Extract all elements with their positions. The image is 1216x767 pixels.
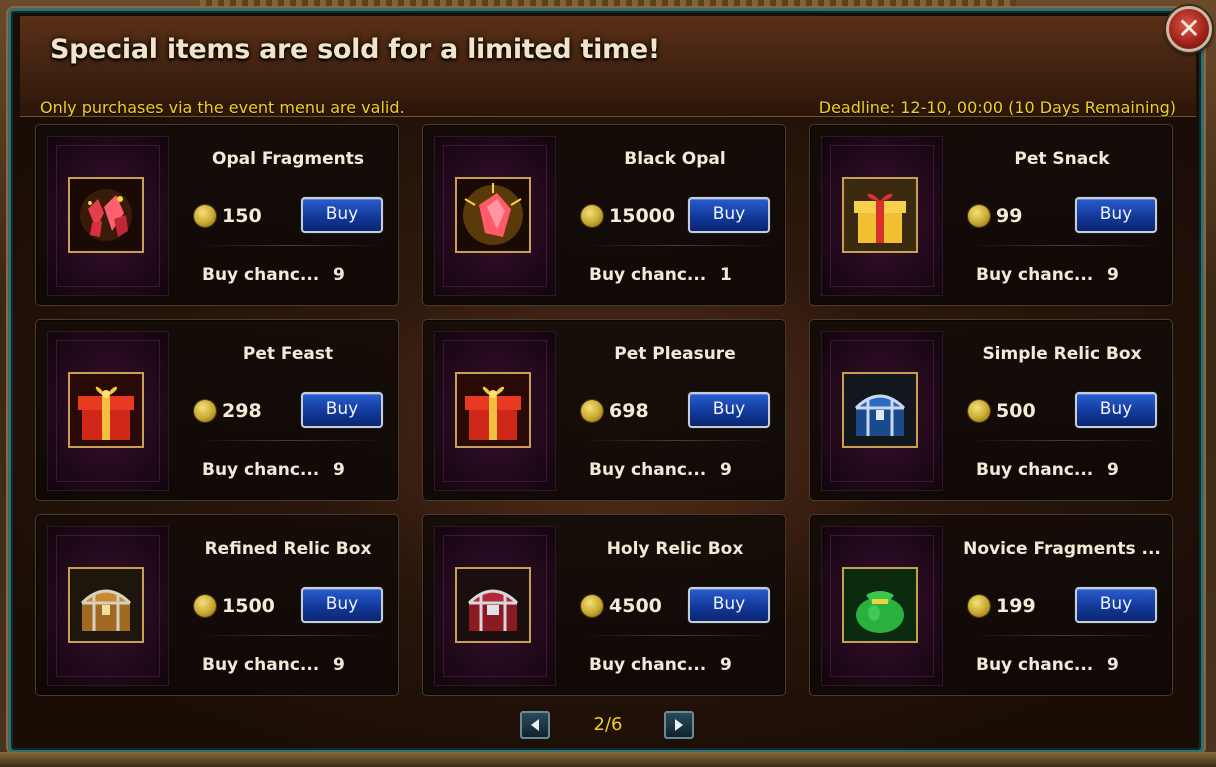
shop-item-card: Simple Relic Box 500 Buy Buy chanc... 9 xyxy=(809,319,1173,501)
buy-chance-label: Buy chanc... xyxy=(589,265,707,285)
buy-chance-label: Buy chanc... xyxy=(202,655,320,675)
buy-chance-label: Buy chanc... xyxy=(589,655,707,675)
shop-item-card: Pet Snack 99 Buy Buy chanc... 9 xyxy=(809,124,1173,306)
item-price: 15000 xyxy=(609,205,676,227)
item-price: 99 xyxy=(996,205,1023,227)
black-opal-icon[interactable] xyxy=(455,177,531,253)
item-price: 199 xyxy=(996,595,1036,617)
gold-coin-icon xyxy=(968,595,990,617)
buy-chance-label: Buy chanc... xyxy=(589,460,707,480)
item-name: Black Opal xyxy=(624,149,726,169)
green-bag-icon[interactable] xyxy=(842,567,918,643)
shop-item-card: Refined Relic Box 1500 Buy Buy chanc... … xyxy=(35,514,399,696)
divider xyxy=(970,440,1160,441)
shop-item-card: Opal Fragments 150 Buy Buy chanc... 9 xyxy=(35,124,399,306)
buy-button[interactable]: Buy xyxy=(1075,197,1157,233)
item-name: Refined Relic Box xyxy=(204,539,372,559)
gold-coin-icon xyxy=(968,205,990,227)
event-notice: Only purchases via the event menu are va… xyxy=(40,98,405,117)
shop-item-card: Pet Feast 298 Buy Buy chanc... 9 xyxy=(35,319,399,501)
buy-chance-value: 9 xyxy=(333,460,345,480)
opal-fragments-icon[interactable] xyxy=(68,177,144,253)
divider xyxy=(583,440,773,441)
buy-button[interactable]: Buy xyxy=(688,587,770,623)
buy-chance-value: 9 xyxy=(1107,265,1119,285)
gold-coin-icon xyxy=(194,400,216,422)
item-name: Novice Fragments ... xyxy=(963,539,1161,559)
item-name: Pet Snack xyxy=(1014,149,1110,169)
buy-button[interactable]: Buy xyxy=(688,392,770,428)
buy-button[interactable]: Buy xyxy=(1075,587,1157,623)
buy-chance-value: 9 xyxy=(333,265,345,285)
item-price: 150 xyxy=(222,205,262,227)
item-price: 4500 xyxy=(609,595,662,617)
close-button[interactable]: ✕ xyxy=(1166,6,1212,52)
item-name: Opal Fragments xyxy=(212,149,364,169)
shop-item-card: Black Opal 15000 Buy Buy chanc... 1 xyxy=(422,124,786,306)
buy-chance-value: 9 xyxy=(720,655,732,675)
item-price: 698 xyxy=(609,400,649,422)
buy-chance-value: 1 xyxy=(720,265,732,285)
arrow-left-icon xyxy=(531,719,539,731)
buy-chance-label: Buy chanc... xyxy=(202,265,320,285)
buy-button[interactable]: Buy xyxy=(1075,392,1157,428)
buy-chance-value: 9 xyxy=(1107,460,1119,480)
item-price: 500 xyxy=(996,400,1036,422)
buy-chance-label: Buy chanc... xyxy=(976,655,1094,675)
gold-coin-icon xyxy=(581,595,603,617)
buy-button[interactable]: Buy xyxy=(301,392,383,428)
buy-chance-label: Buy chanc... xyxy=(976,265,1094,285)
buy-button[interactable]: Buy xyxy=(688,197,770,233)
item-name: Pet Feast xyxy=(242,344,334,364)
shop-item-card: Holy Relic Box 4500 Buy Buy chanc... 9 xyxy=(422,514,786,696)
arrow-right-icon xyxy=(675,719,683,731)
gold-coin-icon xyxy=(581,400,603,422)
divider xyxy=(970,245,1160,246)
header-bar: Special items are sold for a limited tim… xyxy=(20,16,1196,117)
divider xyxy=(196,635,386,636)
gold-coin-icon xyxy=(194,595,216,617)
page-indicator: 2/6 xyxy=(593,714,623,735)
buy-chance-label: Buy chanc... xyxy=(202,460,320,480)
divider xyxy=(196,245,386,246)
buy-button[interactable]: Buy xyxy=(301,587,383,623)
next-page-button[interactable] xyxy=(664,711,694,739)
prev-page-button[interactable] xyxy=(520,711,550,739)
gold-chest-icon[interactable] xyxy=(68,567,144,643)
close-icon: ✕ xyxy=(1177,12,1201,45)
item-name: Holy Relic Box xyxy=(606,539,744,559)
item-price: 1500 xyxy=(222,595,275,617)
deadline-text: Deadline: 12-10, 00:00 (10 Days Remainin… xyxy=(818,98,1176,117)
buy-chance-value: 9 xyxy=(333,655,345,675)
page-title: Special items are sold for a limited tim… xyxy=(50,34,660,65)
gift-box-icon[interactable] xyxy=(842,177,918,253)
divider xyxy=(583,635,773,636)
frame-bottom xyxy=(0,752,1216,767)
item-price: 298 xyxy=(222,400,262,422)
gold-coin-icon xyxy=(968,400,990,422)
red-gift-box-icon[interactable] xyxy=(68,372,144,448)
shop-item-card: Pet Pleasure 698 Buy Buy chanc... 9 xyxy=(422,319,786,501)
gold-coin-icon xyxy=(581,205,603,227)
buy-button[interactable]: Buy xyxy=(301,197,383,233)
buy-chance-value: 9 xyxy=(1107,655,1119,675)
buy-chance-value: 9 xyxy=(720,460,732,480)
item-name: Simple Relic Box xyxy=(982,344,1142,364)
divider xyxy=(970,635,1160,636)
blue-chest-icon[interactable] xyxy=(842,372,918,448)
red-chest-icon[interactable] xyxy=(455,567,531,643)
shop-item-card: Novice Fragments ... 199 Buy Buy chanc..… xyxy=(809,514,1173,696)
red-gift-box-icon[interactable] xyxy=(455,372,531,448)
gold-coin-icon xyxy=(194,205,216,227)
item-name: Pet Pleasure xyxy=(614,344,736,364)
divider xyxy=(196,440,386,441)
buy-chance-label: Buy chanc... xyxy=(976,460,1094,480)
divider xyxy=(583,245,773,246)
